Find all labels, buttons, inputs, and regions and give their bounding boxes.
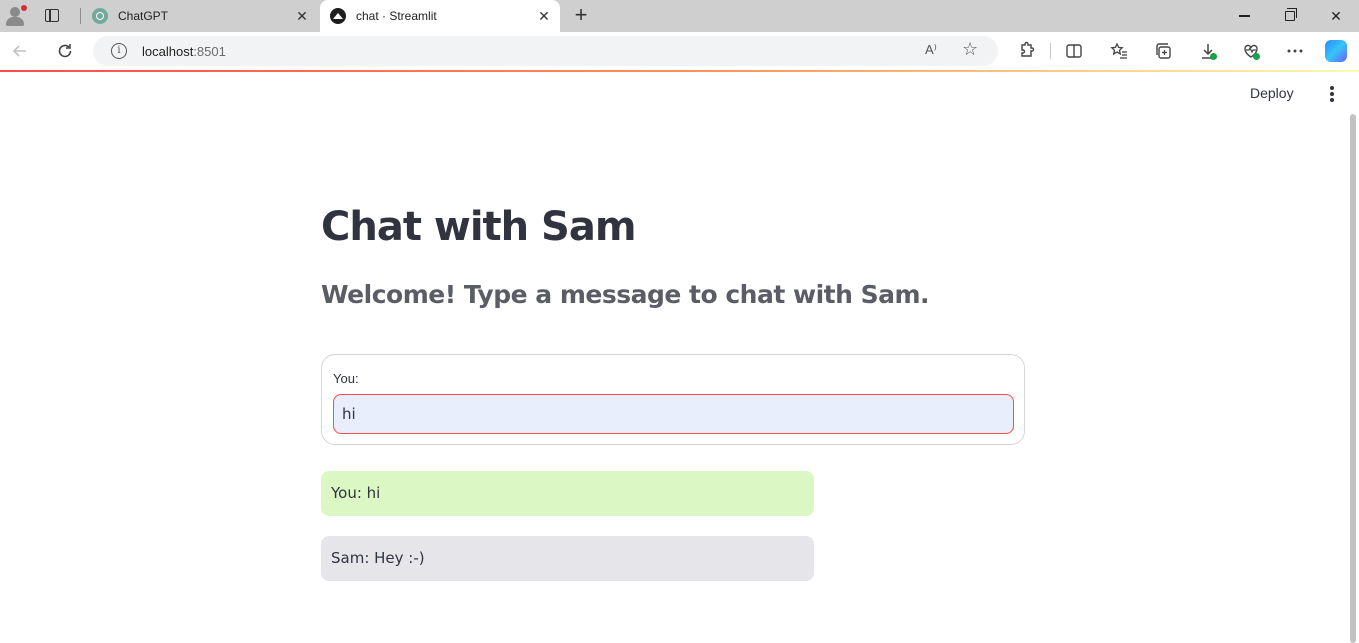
tab-title: ChatGPT xyxy=(118,9,169,23)
favorite-star-icon[interactable]: ☆ xyxy=(962,39,978,60)
address-bar[interactable]: i localhost:8501 A⁾ ☆ xyxy=(93,36,998,66)
tab-title: chat · Streamlit xyxy=(356,9,437,23)
chat-message-user: You: hi xyxy=(321,471,814,516)
chatgpt-icon xyxy=(92,8,108,24)
scrollbar[interactable] xyxy=(1350,114,1356,643)
site-info-icon[interactable]: i xyxy=(111,43,127,59)
download-complete-badge xyxy=(1210,53,1217,60)
browser-essentials-icon[interactable] xyxy=(1241,41,1261,61)
main-menu-icon[interactable] xyxy=(1330,86,1336,102)
message-input-label: You: xyxy=(333,371,359,386)
essentials-status-badge xyxy=(1253,53,1260,60)
reload-icon[interactable] xyxy=(55,41,75,61)
browser-toolbar: i localhost:8501 A⁾ ☆ xyxy=(0,32,1359,70)
more-options-icon[interactable] xyxy=(1285,41,1305,61)
tab-streamlit[interactable]: chat · Streamlit ✕ xyxy=(320,0,560,32)
message-input[interactable] xyxy=(333,394,1014,434)
page-title: Chat with Sam xyxy=(321,204,637,250)
window-close-icon[interactable]: ✕ xyxy=(1313,0,1359,32)
page-subtitle: Welcome! Type a message to chat with Sam… xyxy=(321,280,930,309)
chat-form: You: xyxy=(321,354,1025,445)
url-text[interactable]: localhost:8501 xyxy=(142,44,226,59)
profile-icon[interactable] xyxy=(4,5,27,27)
read-aloud-icon[interactable]: A⁾ xyxy=(925,42,937,58)
minimize-icon[interactable] xyxy=(1221,0,1267,32)
back-arrow-icon[interactable] xyxy=(10,41,30,61)
tab-chatgpt[interactable]: ChatGPT ✕ xyxy=(82,0,318,32)
browser-tab-bar: ChatGPT ✕ chat · Streamlit ✕ + ✕ xyxy=(0,0,1359,32)
notification-dot xyxy=(21,5,27,11)
favorites-icon[interactable] xyxy=(1109,41,1129,61)
downloads-icon[interactable] xyxy=(1198,41,1218,61)
extensions-icon[interactable] xyxy=(1016,41,1036,61)
copilot-icon[interactable] xyxy=(1325,40,1347,62)
new-tab-icon[interactable]: + xyxy=(570,4,592,28)
streamlit-icon xyxy=(330,8,346,24)
url-host: localhost xyxy=(142,44,194,59)
streamlit-app: Deploy Chat with Sam Welcome! Type a mes… xyxy=(0,72,1359,643)
toolbar-divider xyxy=(1050,43,1051,59)
collections-icon[interactable] xyxy=(1153,41,1173,61)
url-port: :8501 xyxy=(193,44,226,59)
split-screen-icon[interactable] xyxy=(1064,41,1084,61)
tab-close-icon[interactable]: ✕ xyxy=(292,8,312,25)
tab-actions-icon[interactable] xyxy=(44,7,62,25)
tab-separator xyxy=(80,8,81,24)
deploy-button[interactable]: Deploy xyxy=(1250,85,1294,101)
chat-message-bot: Sam: Hey :-) xyxy=(321,536,814,581)
restore-icon[interactable] xyxy=(1267,0,1313,32)
tab-close-icon[interactable]: ✕ xyxy=(534,8,554,25)
